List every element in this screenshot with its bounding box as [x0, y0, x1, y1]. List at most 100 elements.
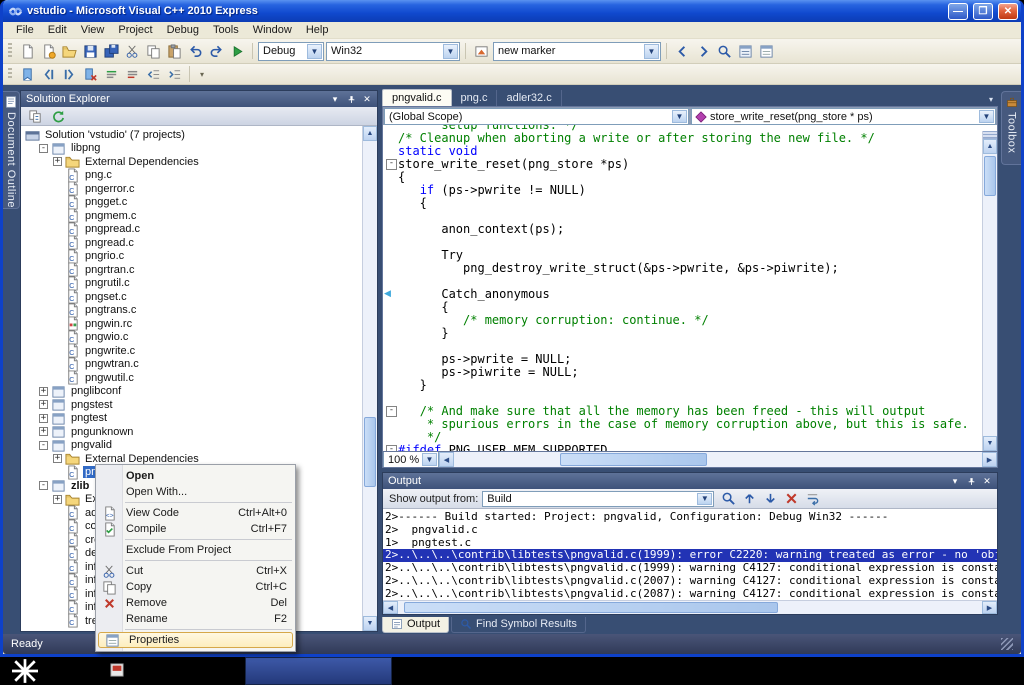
tree-item[interactable]: Cpngwtran.c	[23, 357, 362, 372]
pin-icon[interactable]	[344, 93, 358, 106]
tree-item[interactable]: Cpngmem.c	[23, 208, 362, 223]
context-menu-item-open-with-[interactable]: Open With...	[96, 484, 295, 500]
tab-pngvalid-c[interactable]: pngvalid.c	[382, 89, 452, 106]
new-file-icon[interactable]	[17, 42, 37, 61]
tree-item[interactable]: Cpngget.c	[23, 195, 362, 210]
chevron-down-icon[interactable]: ▼	[672, 110, 687, 123]
copy-icon[interactable]	[143, 42, 163, 61]
context-menu-item-cut[interactable]: Cut Ctrl+X	[96, 563, 295, 579]
context-menu-item-properties[interactable]: Properties	[98, 632, 293, 648]
code-line[interactable]: anon_context(ps);	[383, 223, 982, 236]
code-line[interactable]: * spurious errors in the case of memory …	[383, 418, 982, 431]
chevron-down-icon[interactable]: ▼	[697, 492, 713, 505]
tab-list-icon[interactable]: ▾	[984, 93, 998, 106]
splitter-handle[interactable]	[983, 131, 997, 139]
editor-scrollbar[interactable]: ▲ ▼	[982, 131, 997, 451]
output-caption[interactable]: Output ▾ ✕	[383, 473, 997, 489]
member-combo[interactable]: store_write_reset(png_store * ps) ▼	[691, 108, 996, 125]
previous-message-icon[interactable]	[739, 489, 759, 508]
scroll-down-icon[interactable]: ▼	[363, 616, 377, 631]
code-line[interactable]	[383, 236, 982, 249]
output-line[interactable]: 2> pngvalid.c	[385, 523, 997, 537]
code-line[interactable]: ps->piwrite = NULL;	[383, 366, 982, 379]
scroll-up-icon[interactable]: ▲	[363, 126, 377, 141]
tree-item[interactable]: pngwin.rc	[23, 316, 362, 331]
tree-item[interactable]: + pngtest	[23, 412, 362, 426]
collapse-icon[interactable]	[383, 444, 398, 451]
next-bookmark-icon[interactable]	[59, 65, 79, 84]
code-line[interactable]: png_destroy_write_struct(&ps->pwrite, &p…	[383, 262, 982, 275]
code-line[interactable]: {	[383, 197, 982, 210]
tree-item[interactable]: Cpngwio.c	[23, 330, 362, 345]
marker-combo[interactable]: new marker ▼	[493, 41, 661, 61]
close-icon[interactable]: ✕	[980, 475, 994, 488]
tree-item[interactable]: + External Dependencies	[23, 155, 362, 169]
start-debug-icon[interactable]	[227, 42, 247, 61]
window-position-icon[interactable]: ▾	[948, 475, 962, 488]
code-line[interactable]: store_write_reset(png_store *ps)	[383, 158, 982, 171]
collapse-icon[interactable]	[383, 405, 398, 418]
output-line[interactable]: 2>..\..\..\contrib\libtests\pngvalid.c(2…	[385, 587, 997, 600]
tree-item[interactable]: - libpng	[23, 142, 362, 156]
toggle-bookmark-icon[interactable]	[17, 65, 37, 84]
tree-item[interactable]: Cpngwutil.c	[23, 370, 362, 385]
refresh-icon[interactable]	[48, 107, 68, 126]
tree-item[interactable]: Cpngrutil.c	[23, 276, 362, 291]
expand-icon[interactable]: +	[53, 157, 62, 167]
solution-explorer-caption[interactable]: Solution Explorer ▾ ✕	[21, 91, 377, 107]
previous-bookmark-icon[interactable]	[38, 65, 58, 84]
save-icon[interactable]	[80, 42, 100, 61]
context-menu-item-rename[interactable]: Rename F2	[96, 611, 295, 627]
expand-icon[interactable]: +	[39, 413, 48, 423]
code-line[interactable]: }	[383, 379, 982, 392]
collapse-icon[interactable]: -	[39, 481, 48, 491]
solution-explorer-icon[interactable]	[735, 42, 755, 61]
context-menu-item-view-code[interactable]: <> View Code Ctrl+Alt+0	[96, 505, 295, 521]
solution-explorer-scrollbar[interactable]: ▲ ▼	[362, 126, 377, 631]
properties-window-icon[interactable]	[756, 42, 776, 61]
expand-icon[interactable]: +	[53, 454, 62, 464]
chevron-down-icon[interactable]: ▼	[979, 110, 994, 123]
tree-item[interactable]: + pnglibconf	[23, 385, 362, 399]
decrease-indent-icon[interactable]	[143, 65, 163, 84]
toolbar-grip[interactable]	[8, 43, 12, 59]
code-line[interactable]: #ifdef PNG_USER_MEM_SUPPORTED	[383, 444, 982, 451]
scroll-left-icon[interactable]: ◀	[383, 601, 398, 614]
tab-find-symbol-results[interactable]: Find Symbol Results	[451, 617, 586, 633]
maximize-button[interactable]: ❐	[973, 2, 993, 20]
collapse-icon[interactable]	[383, 158, 398, 171]
scroll-right-icon[interactable]: ▶	[982, 452, 997, 467]
chevron-down-icon[interactable]: ▼	[307, 43, 322, 59]
tree-item[interactable]: Cpngerror.c	[23, 181, 362, 196]
menu-view[interactable]: View	[74, 23, 112, 37]
toolbar-grip[interactable]	[8, 67, 12, 81]
minimize-button[interactable]: —	[948, 2, 968, 20]
expand-icon[interactable]: +	[39, 400, 48, 410]
add-item-icon[interactable]	[38, 42, 58, 61]
toolbar-overflow-icon[interactable]: ▾	[195, 68, 209, 81]
clear-bookmarks-icon[interactable]	[80, 65, 100, 84]
increase-indent-icon[interactable]	[164, 65, 184, 84]
collapse-icon[interactable]: -	[39, 143, 48, 153]
open-folder-icon[interactable]	[59, 42, 79, 61]
menu-file[interactable]: File	[9, 23, 41, 37]
show-all-files-icon[interactable]	[25, 107, 45, 126]
desktop-icon-1[interactable]	[12, 659, 38, 683]
output-line[interactable]: 2>..\..\..\contrib\libtests\pngvalid.c(2…	[385, 574, 997, 588]
menu-window[interactable]: Window	[246, 23, 299, 37]
chevron-down-icon[interactable]: ▼	[443, 43, 458, 59]
close-button[interactable]: ✕	[998, 2, 1018, 20]
tab-png-c[interactable]: png.c	[452, 90, 498, 106]
menu-tools[interactable]: Tools	[206, 23, 246, 37]
code-editor[interactable]: setup functions. *//* Cleanup when abort…	[383, 125, 982, 451]
cut-icon[interactable]	[122, 42, 142, 61]
tree-item[interactable]: + pngunknown	[23, 425, 362, 439]
code-line[interactable]: }	[383, 327, 982, 340]
code-line[interactable]: if (ps->pwrite != NULL)	[383, 184, 982, 197]
tree-item[interactable]: Cpngwrite.c	[23, 343, 362, 358]
chevron-down-icon[interactable]: ▼	[422, 453, 437, 466]
tree-item[interactable]: Cpngrtran.c	[23, 262, 362, 277]
menu-project[interactable]: Project	[111, 23, 159, 37]
tree-item[interactable]: + pngstest	[23, 398, 362, 412]
redo-icon[interactable]	[206, 42, 226, 61]
